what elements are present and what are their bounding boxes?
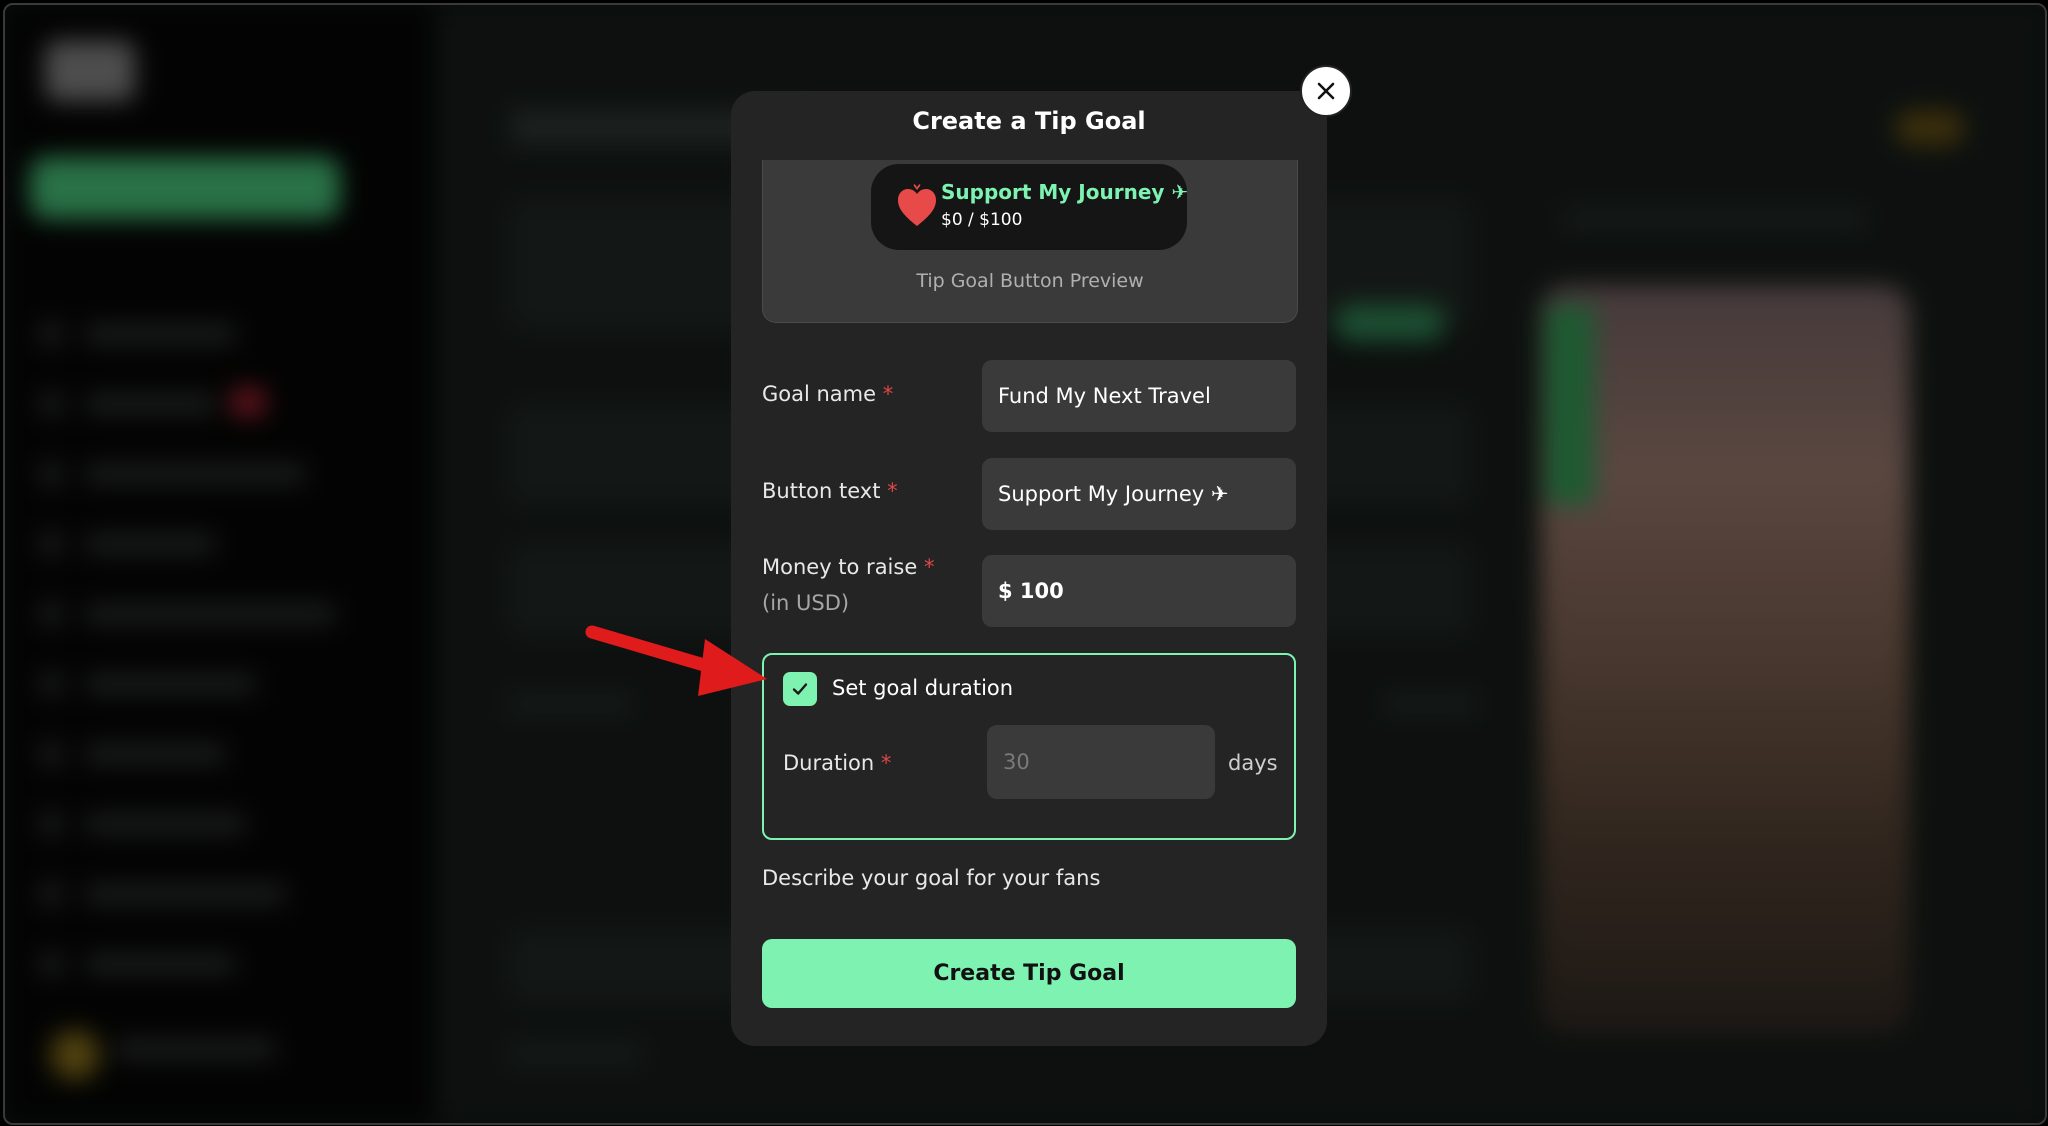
button-text-label-text: Button text [762, 479, 881, 503]
modal-title: Create a Tip Goal [912, 107, 1146, 135]
set-goal-duration-checkbox[interactable] [783, 672, 817, 706]
heart-icon [898, 184, 936, 226]
app-window: Create a Tip Goal Support My Journey ✈ $… [3, 3, 2047, 1125]
goal-name-label-text: Goal name [762, 382, 877, 406]
duration-unit-label: days [1228, 751, 1278, 775]
goal-name-input[interactable]: Fund My Next Travel [982, 360, 1296, 432]
money-currency-hint: (in USD) [762, 591, 850, 615]
money-to-raise-label: Money to raise * [762, 555, 934, 579]
create-tip-goal-modal: Create a Tip Goal Support My Journey ✈ $… [731, 91, 1327, 1046]
money-to-raise-label-text: Money to raise [762, 555, 918, 579]
required-marker: * [882, 382, 894, 406]
money-to-raise-input[interactable]: $ 100 [982, 555, 1296, 627]
tip-goal-preview-progress: $0 / $100 [941, 210, 1023, 230]
tip-goal-preview-button[interactable]: Support My Journey ✈ $0 / $100 [871, 164, 1189, 250]
preview-caption: Tip Goal Button Preview [916, 270, 1144, 292]
set-goal-duration-label[interactable]: Set goal duration [832, 676, 1013, 700]
button-text-label: Button text * [762, 479, 898, 503]
required-marker: * [887, 479, 898, 503]
required-marker: * [923, 555, 935, 579]
create-tip-goal-button[interactable]: Create Tip Goal [762, 939, 1296, 1008]
close-icon [1317, 82, 1335, 100]
duration-label: Duration * [783, 751, 891, 775]
required-marker: * [880, 751, 892, 775]
close-modal-button[interactable] [1300, 65, 1352, 117]
describe-goal-label: Describe your goal for your fans [762, 866, 1101, 890]
goal-name-label: Goal name * [762, 382, 893, 406]
tip-goal-preview: Support My Journey ✈ $0 / $100 Tip Goal … [762, 160, 1298, 323]
tip-goal-preview-label: Support My Journey ✈ [941, 180, 1189, 204]
goal-duration-section: Set goal duration Duration * 30 days [762, 653, 1296, 840]
duration-label-text: Duration [783, 751, 875, 775]
check-icon [792, 683, 808, 695]
duration-input[interactable]: 30 [987, 725, 1215, 799]
button-text-input[interactable]: Support My Journey ✈ [982, 458, 1296, 530]
